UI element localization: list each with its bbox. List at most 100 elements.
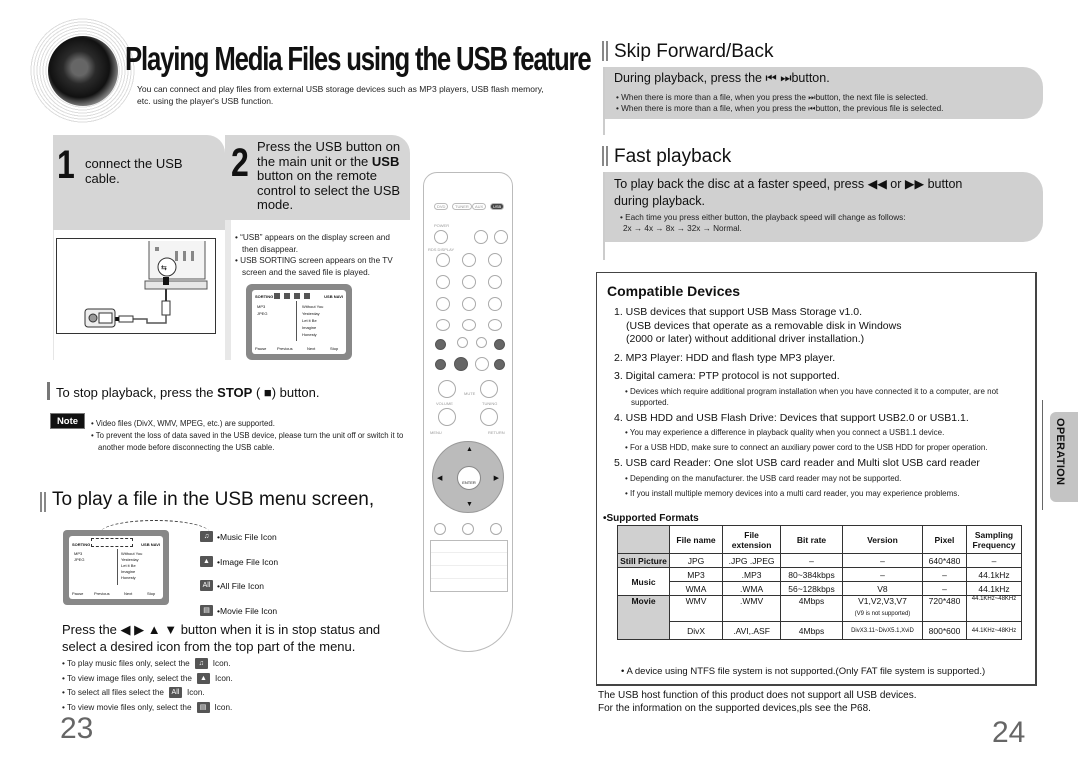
tv-button-stop: Stop bbox=[330, 346, 339, 351]
table-cell: 44.1KHz~48KHz bbox=[966, 621, 1022, 640]
remote-button bbox=[490, 523, 502, 535]
legend-label: Movie File Icon bbox=[219, 605, 278, 616]
legend-music: ♫ • Music File Icon bbox=[200, 531, 277, 542]
speed-sequence: 2x → 4x → 8x → 32x → Normal. bbox=[623, 224, 742, 233]
compat-item-cont: (2000 or later) without additional drive… bbox=[626, 333, 865, 345]
remote-mode-tuner: TUNER bbox=[452, 203, 472, 210]
remote-menu-label: MENU bbox=[430, 430, 442, 435]
table-row: Music MP3 .MP3 80~384kbps – – 44.1kHz bbox=[617, 567, 1022, 596]
compat-sub-text: If you install multiple memory devices i… bbox=[630, 488, 960, 498]
note-item: • Video files (DivX, WMV, MPEG, etc.) ar… bbox=[91, 419, 275, 428]
compat-item: 4. USB HDD and USB Flash Drive: Devices … bbox=[614, 412, 1034, 426]
tv-file: Yesterday bbox=[302, 311, 320, 316]
menu-file: Let it Be bbox=[121, 563, 136, 568]
music-file-icon: ♫ bbox=[194, 658, 208, 670]
footnote-line: For the information on the supported dev… bbox=[598, 703, 871, 714]
fast-instruction: To play back the disc at a faster speed,… bbox=[614, 177, 963, 208]
usb-menu-heading: To play a file in the USB menu screen, bbox=[52, 489, 375, 510]
fast-bullet-text: Each time you press either button, the p… bbox=[625, 213, 906, 222]
legend-label: Music File Icon bbox=[219, 531, 277, 542]
stop-heading-post: ( ■) button. bbox=[252, 385, 320, 400]
table-row: Still Picture JPG .JPG .JPEG – – 640*480… bbox=[617, 553, 1022, 568]
menu-file: Imagine bbox=[121, 569, 136, 574]
tv-file: Imagine bbox=[302, 325, 317, 330]
step-2-note: • “USB” appears on the display screen an… bbox=[235, 233, 390, 254]
table-header: Version bbox=[841, 525, 923, 554]
section-rule bbox=[603, 67, 605, 135]
compat-item: 2. MP3 Player: HDD and flash type MP3 pl… bbox=[614, 352, 1034, 366]
remote-mode-usb: USB bbox=[490, 203, 505, 210]
table-header: File name bbox=[668, 525, 724, 554]
remote-digit-button bbox=[462, 275, 476, 289]
skip-heading: Skip Forward/Back bbox=[614, 41, 774, 62]
note-list: • Video files (DivX, WMV, MPEG, etc.) ar… bbox=[91, 418, 406, 454]
remote-tuning-label: TUNING bbox=[482, 401, 498, 406]
instruction-item: • To play music files only, select the ♫ I… bbox=[62, 658, 231, 670]
skip-bullets: • When there is more than a file, when y… bbox=[616, 92, 943, 114]
table-cell: 44.1KHz~48KHz bbox=[966, 595, 1022, 622]
legend-all: All • All File Icon bbox=[200, 580, 264, 591]
usb-cable-illustration: ⇆ bbox=[56, 238, 216, 334]
remote-mode-aux: AUX bbox=[472, 203, 487, 210]
remote-button bbox=[434, 523, 446, 535]
remote-power-label: POWER bbox=[434, 223, 450, 228]
music-file-icon: ♫ bbox=[200, 531, 213, 542]
table-cell: .JPG .JPEG bbox=[722, 553, 782, 568]
table-header bbox=[617, 525, 670, 554]
power-icon bbox=[434, 230, 448, 244]
table-cell: V8 bbox=[841, 581, 923, 596]
table-header-row: File name File extension Bit rate Versio… bbox=[617, 525, 1022, 554]
remote-digit-button bbox=[488, 275, 502, 289]
skip-back-icon bbox=[435, 339, 446, 350]
step-2-text-bold: USB bbox=[371, 153, 400, 169]
tv-file: Let it Be bbox=[302, 318, 317, 323]
step-2-notes: • “USB” appears on the display screen an… bbox=[235, 232, 405, 278]
compat-item-text: 2. MP3 Player: HDD and flash type MP3 pl… bbox=[614, 351, 836, 364]
compat-sub-text: Depending on the manufacturer. the USB c… bbox=[630, 473, 902, 483]
page-number-right: 24 bbox=[992, 716, 1026, 749]
compat-sub-text: You may experience a difference in playb… bbox=[629, 428, 945, 437]
compat-item-text: 4. USB HDD and USB Flash Drive: Devices … bbox=[614, 411, 969, 424]
usb-menu-screen: SORTING USB NAVI MP3 JPEG Without You Ye… bbox=[63, 530, 169, 605]
menu-file: Honesty bbox=[121, 575, 136, 580]
table-cell: – bbox=[921, 567, 968, 582]
remote-digit-button bbox=[436, 275, 450, 289]
table-cell: 720*480 bbox=[921, 595, 968, 622]
menu-button-previous: Previous bbox=[94, 591, 110, 596]
table-cell: 56~128kbps bbox=[780, 581, 843, 596]
skip-bullet: • When there is more than a file, when y… bbox=[616, 104, 944, 113]
table-cell-version: V1,V2,V3,V7 (V9 is not supported) bbox=[841, 595, 923, 622]
page-title: Playing Media Files using the USB featur… bbox=[125, 40, 592, 77]
fast-bullets: • Each time you press either button, the… bbox=[620, 212, 906, 234]
table-cell: – bbox=[841, 553, 923, 568]
table-cell: .WMA bbox=[722, 581, 782, 596]
instruction-text: To select all files select the bbox=[67, 688, 164, 697]
section-rule bbox=[603, 172, 605, 260]
remote-digit-button bbox=[436, 253, 450, 267]
table-cell: 44.1kHz bbox=[966, 567, 1022, 582]
tv-button-next: Next bbox=[307, 346, 316, 351]
table-cell: – bbox=[966, 553, 1022, 568]
compat-item-text: 5. USB card Reader: One slot USB card re… bbox=[614, 457, 980, 469]
image-file-icon: ▲ bbox=[200, 556, 213, 567]
tv-file-type-icons bbox=[274, 293, 314, 299]
instruction-suffix: Icon. bbox=[214, 702, 233, 712]
menu-button-pause: Pause bbox=[72, 591, 84, 596]
remote-button bbox=[494, 230, 508, 244]
table-cell: DivX bbox=[668, 621, 724, 640]
tv-folder: MP3 bbox=[257, 304, 266, 309]
compat-sub: • You may experience a difference in pla… bbox=[625, 428, 945, 437]
svg-text:⇆: ⇆ bbox=[161, 264, 167, 272]
rewind-icon bbox=[435, 359, 446, 370]
remote-volume-label: VOLUME bbox=[436, 401, 453, 406]
speaker-cone-icon bbox=[48, 36, 118, 106]
remote-button bbox=[462, 523, 474, 535]
instruction-text: To play music files only, select the bbox=[67, 659, 190, 668]
press-instruction: Press the ◀ ▶ ▲ ▼ button when it is in s… bbox=[62, 622, 381, 654]
instruction-suffix: Icon. bbox=[212, 659, 231, 668]
version-text: V1,V2,V3,V7 bbox=[858, 596, 907, 606]
supported-formats-heading: •Supported Formats bbox=[603, 513, 699, 524]
remote-button bbox=[488, 319, 502, 331]
table-cell: 4Mbps bbox=[780, 595, 843, 622]
table-cell: WMV bbox=[668, 595, 724, 622]
